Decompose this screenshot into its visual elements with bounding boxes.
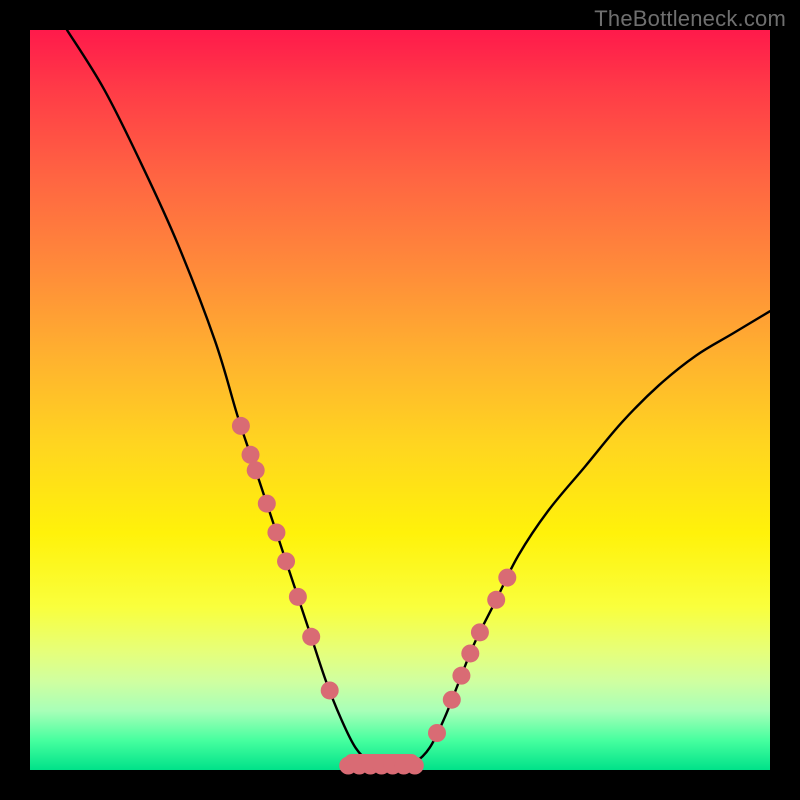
curve-marker (302, 628, 320, 646)
curve-marker (277, 552, 295, 570)
curve-marker (443, 691, 461, 709)
watermark-text: TheBottleneck.com (594, 6, 786, 32)
bottleneck-curve-svg (30, 30, 770, 770)
curve-marker (461, 644, 479, 662)
plot-area (30, 30, 770, 770)
curve-marker (321, 681, 339, 699)
curve-marker (487, 591, 505, 609)
curve-marker (247, 461, 265, 479)
curve-marker (498, 569, 516, 587)
curve-marker (232, 417, 250, 435)
curve-marker (471, 623, 489, 641)
curve-marker (428, 724, 446, 742)
curve-markers (232, 417, 516, 775)
curve-marker (258, 495, 276, 513)
curve-marker (406, 757, 424, 775)
curve-marker (452, 667, 470, 685)
curve-marker (242, 446, 260, 464)
chart-frame: TheBottleneck.com (0, 0, 800, 800)
curve-marker (289, 588, 307, 606)
curve-marker (267, 523, 285, 541)
bottleneck-curve-path (67, 30, 770, 771)
